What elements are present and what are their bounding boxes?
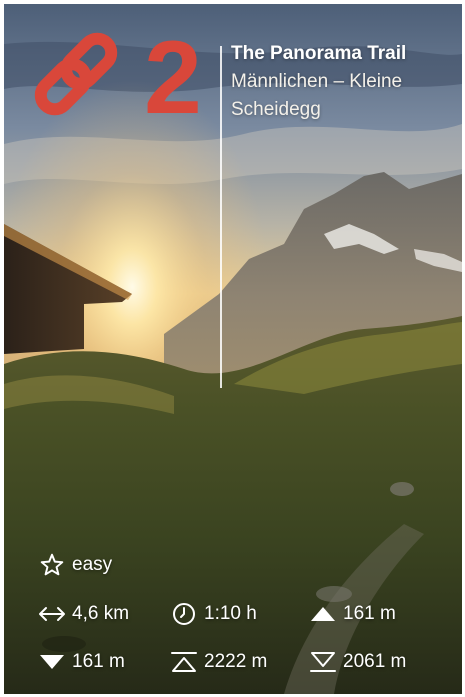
descent-value: 161 m xyxy=(72,651,125,672)
stat-distance: 4,6 km xyxy=(38,600,129,628)
stat-difficulty: easy xyxy=(38,551,112,579)
double-arrow-horizontal-icon xyxy=(38,600,66,628)
divider xyxy=(220,46,222,388)
title-block: The Panorama Trail Männlichen – Kleine S… xyxy=(231,40,456,124)
route-subtitle: Männlichen – Kleine Scheidegg xyxy=(231,71,403,120)
duration-value: 1:10 h xyxy=(204,603,257,624)
chain-link-icon xyxy=(34,32,118,116)
distance-value: 4,6 km xyxy=(72,603,130,624)
min-altitude-value: 2061 m xyxy=(343,651,407,672)
stat-min-altitude: 2061 m xyxy=(309,648,406,676)
route-number: 2 xyxy=(144,20,202,136)
star-outline-icon xyxy=(38,551,66,579)
difficulty-value: easy xyxy=(72,554,113,575)
stat-duration: 1:10 h xyxy=(170,600,257,628)
ascent-value: 161 m xyxy=(343,603,396,624)
triangle-down-icon xyxy=(38,648,66,676)
max-altitude-value: 2222 m xyxy=(204,651,268,672)
stat-ascent: 161 m xyxy=(309,600,396,628)
stat-max-altitude: 2222 m xyxy=(170,648,267,676)
peak-low-icon xyxy=(309,648,337,676)
route-card[interactable]: 2 The Panorama Trail Männlichen – Kleine… xyxy=(4,4,462,694)
triangle-up-icon xyxy=(309,600,337,628)
peak-high-icon xyxy=(170,648,198,676)
stat-descent: 161 m xyxy=(38,648,125,676)
clock-icon xyxy=(170,600,198,628)
route-title: The Panorama Trail xyxy=(231,43,407,64)
